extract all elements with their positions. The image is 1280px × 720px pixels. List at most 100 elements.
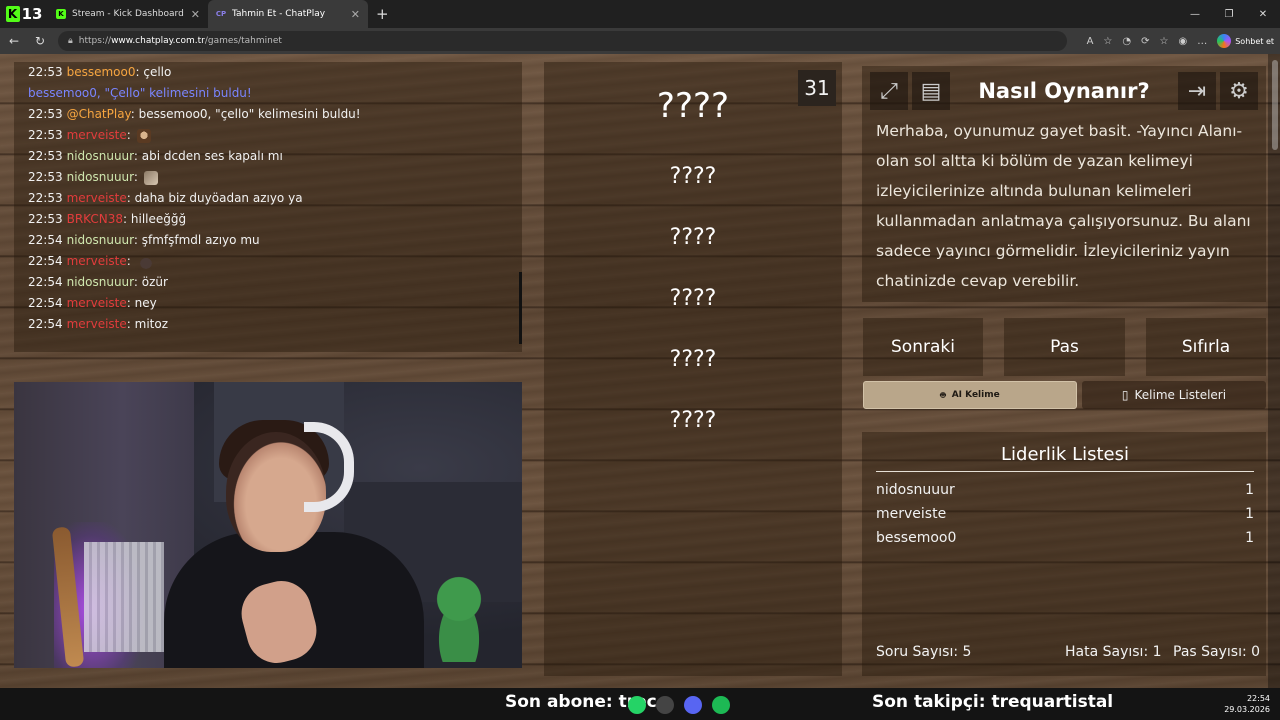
leader-score: 1 <box>1245 482 1254 498</box>
word-lists-button[interactable]: ▯ Kelime Listeleri <box>1082 381 1266 409</box>
lock-icon: 🔒︎ <box>68 36 73 46</box>
chat-message: 22:54 nidosnuuur: şfmfşfmdl azıyo mu <box>28 233 260 247</box>
reset-button[interactable]: Sıfırla <box>1146 318 1266 376</box>
leaderboard-title: Liderlik Listesi <box>876 444 1254 472</box>
collections-icon[interactable]: ☆ <box>1160 36 1169 47</box>
emote-icon <box>143 170 158 185</box>
maximize-icon[interactable]: ❐ <box>1212 0 1246 28</box>
reload-icon[interactable]: ↻ <box>32 34 48 48</box>
chat-message: bessemoo0, "Çello" kelimesini buldu! <box>28 83 508 104</box>
chat-username[interactable]: merveiste <box>67 191 127 205</box>
extension-icon[interactable]: ◔ <box>1122 36 1131 47</box>
chat-username[interactable]: nidosnuuur <box>67 170 134 184</box>
tab-kick-dashboard[interactable]: K Stream - Kick Dashboard ✕ <box>48 0 208 28</box>
chat-message: 22:53 nidosnuuur: <box>28 167 508 188</box>
more-icon[interactable]: … <box>1197 36 1207 47</box>
close-icon[interactable]: ✕ <box>191 8 200 21</box>
app-icon[interactable] <box>656 696 674 714</box>
favorite-star-icon[interactable]: ☆ <box>1103 36 1112 47</box>
leader-score: 1 <box>1245 530 1254 546</box>
how-to-play-text: Merhaba, oyunumuz gayet basit. -Yayıncı … <box>876 122 1251 290</box>
game-page: 22:53 bessemoo0: çello bessemoo0, "Çello" … <box>0 54 1280 688</box>
notes-icon[interactable]: ▤ <box>912 72 950 110</box>
copilot-label: Sohbet et <box>1235 36 1274 46</box>
whatsapp-icon[interactable] <box>628 696 646 714</box>
ai-word-button[interactable]: 🤖︎ AI Kelime <box>863 381 1077 409</box>
forbidden-word: ???? <box>669 164 717 189</box>
chat-message: 22:53 merveiste: <box>28 125 508 146</box>
page-scrollbar[interactable] <box>1268 54 1280 688</box>
leader-name: bessemoo0 <box>876 530 957 546</box>
game-stats: Soru Sayısı: 5 Hata Sayısı: 1 Pas Sayısı… <box>876 644 1260 666</box>
refresh-extension-icon[interactable]: ⟳ <box>1141 36 1149 47</box>
read-aloud-icon[interactable]: A <box>1087 36 1094 47</box>
close-icon[interactable]: ✕ <box>351 8 360 21</box>
chat-message: 22:54 merveiste: <box>28 251 508 272</box>
chat-username[interactable]: bessemoo0 <box>67 65 136 79</box>
scrollbar-thumb[interactable] <box>1272 60 1278 150</box>
spotify-icon[interactable] <box>712 696 730 714</box>
discord-icon[interactable] <box>684 696 702 714</box>
chat-message: 22:53 nidosnuuur: abi dcden ses kapalı mı <box>28 149 283 163</box>
window-controls: — ❐ ✕ <box>1178 0 1280 28</box>
chat-username[interactable]: merveiste <box>67 254 127 268</box>
gear-icon[interactable]: ⚙ <box>1220 72 1258 110</box>
word-lists-label: Kelime Listeleri <box>1134 388 1227 402</box>
pass-button[interactable]: Pas <box>1004 318 1125 376</box>
leaderboard-row: merveiste 1 <box>876 506 1254 528</box>
window-close-icon[interactable]: ✕ <box>1246 0 1280 28</box>
kick-icon: K <box>56 9 66 19</box>
chat-timestamp: 22:53 <box>28 191 63 205</box>
forbidden-word: ???? <box>669 286 717 311</box>
fullscreen-icon[interactable]: ⤢ <box>870 72 908 110</box>
chat-message: 22:54 merveiste: mitoz <box>28 317 168 331</box>
chat-scrollbar[interactable] <box>519 272 522 344</box>
exit-icon[interactable]: ⇥ <box>1178 72 1216 110</box>
chat-timestamp: 22:53 <box>28 170 63 184</box>
chat-message: 22:53 bessemoo0: çello <box>28 65 172 79</box>
kick-badge[interactable]: K 13 <box>0 0 48 28</box>
back-icon[interactable]: ← <box>6 34 22 48</box>
chat-timestamp: 22:53 <box>28 149 63 163</box>
chat-username[interactable]: nidosnuuur <box>67 149 134 163</box>
emote-icon <box>136 254 155 269</box>
taskbar-icons <box>628 696 730 714</box>
chat-username[interactable]: @ChatPlay <box>67 107 131 121</box>
chat-username[interactable]: merveiste <box>67 296 127 310</box>
ai-word-label: AI Kelime <box>951 390 1000 400</box>
chat-username[interactable]: nidosnuuur <box>67 233 134 247</box>
chat-text: bessemoo0, "çello" kelimesini buldu! <box>138 107 361 121</box>
chat-message: 22:54 nidosnuuur: özür <box>28 275 168 289</box>
new-tab-icon[interactable]: + <box>376 5 389 23</box>
chat-timestamp: 22:54 <box>28 275 63 289</box>
chat-username[interactable]: merveiste <box>67 317 127 331</box>
leaderboard-panel: Liderlik Listesi nidosnuuur 1 merveiste 1 … <box>862 432 1266 676</box>
url-scheme: https:// <box>78 36 112 46</box>
next-button[interactable]: Sonraki <box>863 318 983 376</box>
copilot-button[interactable]: Sohbet et <box>1217 34 1274 48</box>
clock-date: 29.03.2026 <box>1224 705 1270 714</box>
screen: K 13 K Stream - Kick Dashboard ✕ CP Tahmi… <box>0 0 1280 720</box>
chat-username[interactable]: merveiste <box>67 128 127 142</box>
url-path: /games/tahminet <box>204 36 282 46</box>
chat-message: 22:54 merveiste: ney <box>28 296 157 310</box>
profile-icon[interactable]: ◉ <box>1178 36 1187 47</box>
document-icon: ▯ <box>1121 388 1129 402</box>
main-word: ???? <box>656 86 730 126</box>
leaderboard-row: nidosnuuur 1 <box>876 482 1254 504</box>
url-input[interactable]: 🔒︎ https://www.chatplay.com.tr/games/tah… <box>58 31 1067 51</box>
ai-robot-icon: 🤖︎ <box>940 390 946 401</box>
chat-username[interactable]: nidosnuuur <box>67 275 134 289</box>
chat-text: daha biz duyöadan azıyo ya <box>134 191 303 205</box>
chat-timestamp: 22:53 <box>28 212 63 226</box>
system-message-text: bessemoo0, "Çello" kelimesini buldu! <box>28 86 252 100</box>
question-count: Soru Sayısı: 5 <box>876 644 972 660</box>
chat-text: ney <box>134 296 157 310</box>
leader-name: nidosnuuur <box>876 482 955 498</box>
tab-chatplay[interactable]: CP Tahmin Et - ChatPlay ✕ <box>208 0 368 28</box>
minimize-icon[interactable]: — <box>1178 0 1212 28</box>
forbidden-word: ???? <box>669 408 717 433</box>
chat-username[interactable]: BRKCN38 <box>67 212 123 226</box>
emote-icon <box>136 128 151 143</box>
chat-timestamp: 22:53 <box>28 128 63 142</box>
